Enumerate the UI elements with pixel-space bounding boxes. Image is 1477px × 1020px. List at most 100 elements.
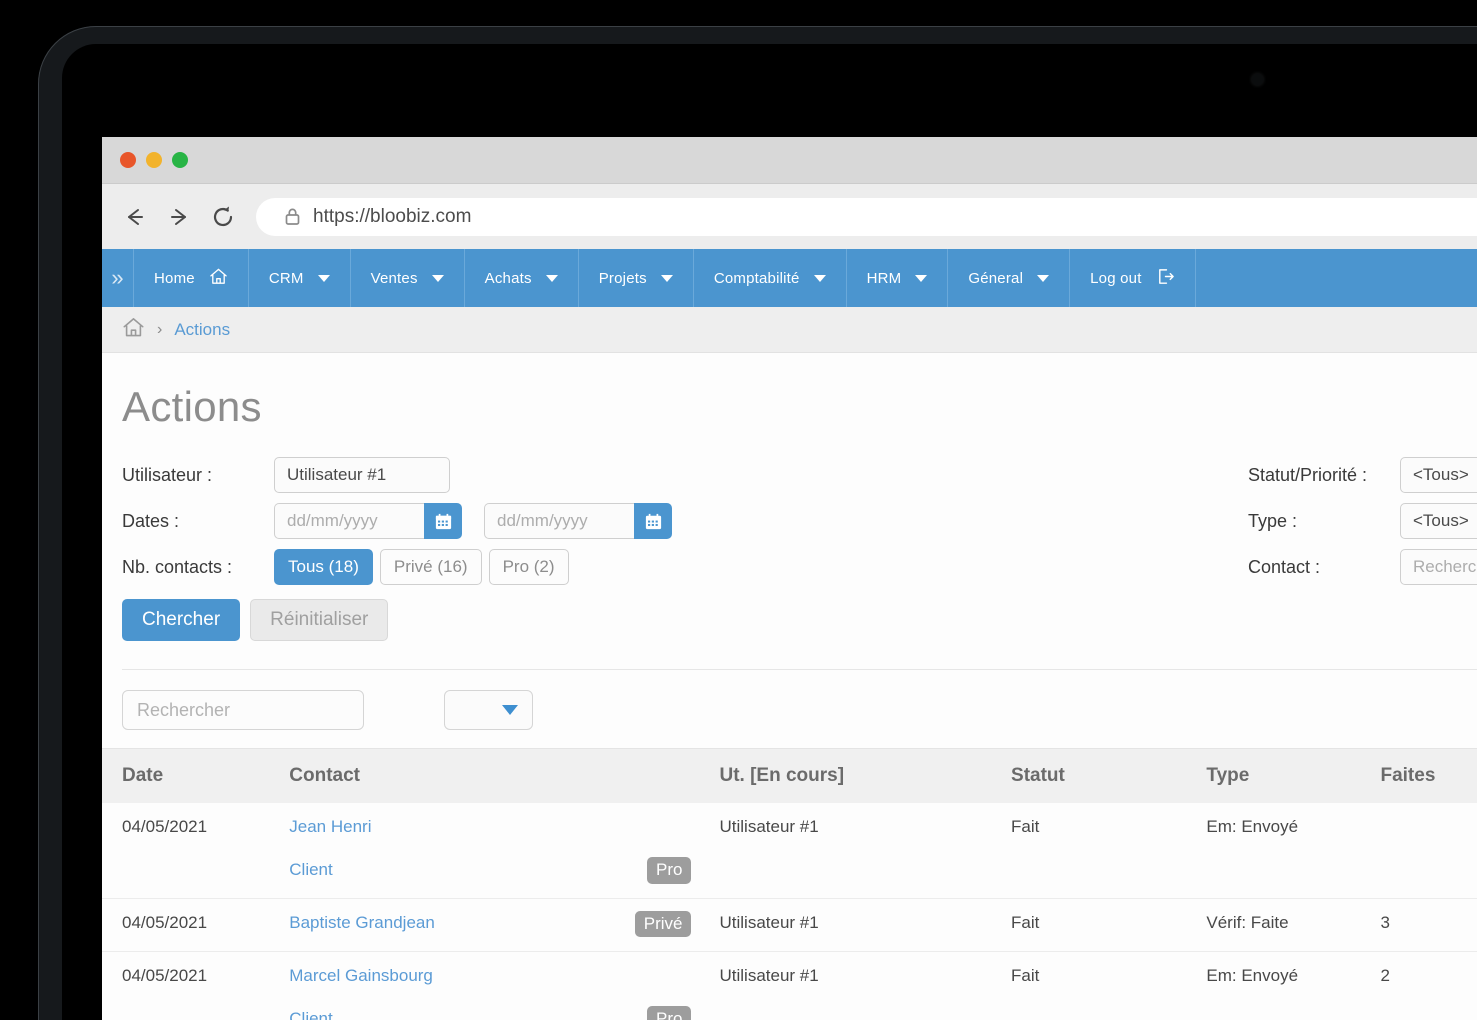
page-size-select[interactable] <box>444 690 533 730</box>
filter-panel-right: Statut/Priorité : <Tous> Type : <Tous> C… <box>1248 457 1477 595</box>
nb-contacts-label: Nb. contacts : <box>122 556 233 577</box>
maximize-window-dot[interactable] <box>172 152 188 168</box>
cell-utilisateur: Utilisateur #1 <box>719 803 1012 899</box>
contact-link[interactable]: Jean Henri <box>289 817 371 837</box>
column-header-type[interactable]: Type <box>1206 748 1381 803</box>
column-header-contact[interactable]: Contact <box>289 748 720 803</box>
filter-row-type: Type : <Tous> <box>1248 503 1477 539</box>
utilisateur-label: Utilisateur : <box>122 464 213 485</box>
cell-type: Em: Envoyé <box>1206 951 1381 1020</box>
page-content: Actions Utilisateur : Utilisateur #1 Dat… <box>102 353 1477 1020</box>
nav-item-crm[interactable]: CRM <box>249 249 351 307</box>
contact-link[interactable]: Marcel Gainsbourg <box>289 966 433 986</box>
chevron-down-icon <box>502 705 518 715</box>
cell-date: 04/05/2021 <box>102 951 290 1020</box>
status-badge: Pro <box>647 857 692 884</box>
breadcrumb-separator: › <box>157 320 163 338</box>
nav-item-home[interactable]: Home <box>134 249 249 307</box>
utilisateur-select[interactable]: Utilisateur #1 <box>274 457 450 493</box>
cell-utilisateur: Utilisateur #1 <box>719 951 1012 1020</box>
chevron-down-icon <box>431 274 444 282</box>
nav-item-label: Ventes <box>370 269 418 287</box>
filter-action-buttons: Chercher Réinitialiser <box>122 599 1477 641</box>
cell-date: 04/05/2021 <box>102 898 290 953</box>
table-row[interactable]: 04/05/2021 Baptiste Grandjean Privé Util… <box>102 898 1477 953</box>
table-row[interactable]: 04/05/2021 Marcel Gainsbourg Client Pro … <box>102 951 1477 1020</box>
contact-search-input[interactable]: Rechercher <box>1400 549 1477 585</box>
column-header-ut[interactable]: Ut. [En cours] <box>719 748 1012 803</box>
status-badge: Privé <box>634 910 692 938</box>
contact-filter-prive[interactable]: Privé (16) <box>379 549 482 585</box>
laptop-scene: https://bloobiz.com » Home CRM Ventes Ac… <box>0 0 1477 1020</box>
browser-window: https://bloobiz.com » Home CRM Ventes Ac… <box>102 137 1477 1020</box>
chercher-button[interactable]: Chercher <box>122 599 241 641</box>
contact-filter-tous[interactable]: Tous (18) <box>274 549 373 585</box>
home-icon <box>209 267 228 290</box>
filter-row-contact: Contact : Rechercher <box>1248 549 1477 585</box>
table-header-row: Date Contact Ut. [En cours] Statut Type … <box>102 748 1477 803</box>
address-bar[interactable]: https://bloobiz.com <box>256 197 1477 236</box>
reload-icon[interactable] <box>206 200 240 234</box>
statut-priorite-label: Statut/Priorité : <box>1248 464 1368 485</box>
nav-item-achats[interactable]: Achats <box>465 249 579 307</box>
column-header-date[interactable]: Date <box>102 748 290 803</box>
nav-item-label: Projets <box>598 269 647 287</box>
statut-priorite-select[interactable]: <Tous> <box>1400 457 1477 493</box>
type-label: Type : <box>1248 510 1298 531</box>
cell-faites: 3 <box>1380 898 1477 953</box>
logout-icon <box>1156 267 1175 290</box>
page-title: Actions <box>122 383 262 430</box>
contact-label: Contact : <box>1248 556 1321 577</box>
chevron-down-icon <box>545 274 558 282</box>
nav-item-ventes[interactable]: Ventes <box>351 249 465 307</box>
cell-faites: 2 <box>1380 951 1477 1020</box>
minimize-window-dot[interactable] <box>146 152 162 168</box>
nav-item-label: Comptabilité <box>713 269 800 287</box>
contact-subtype[interactable]: Client <box>289 860 332 880</box>
contact-filter-pro[interactable]: Pro (2) <box>488 549 569 585</box>
home-icon[interactable] <box>122 316 145 344</box>
cell-utilisateur: Utilisateur #1 <box>719 898 1012 953</box>
nav-item-hrm[interactable]: HRM <box>847 249 949 307</box>
nav-item-label: Home <box>154 269 195 287</box>
nav-item-label: Géneral <box>968 269 1024 287</box>
cell-statut: Fait <box>1011 898 1207 953</box>
back-arrow-icon[interactable] <box>118 200 152 234</box>
chevron-down-icon <box>813 274 826 282</box>
webcam-icon <box>1252 74 1263 85</box>
nav-item-projets[interactable]: Projets <box>579 249 694 307</box>
cell-contact: Jean Henri Client Pro <box>289 803 720 899</box>
browser-toolbar: https://bloobiz.com <box>102 184 1477 249</box>
table-row[interactable]: 04/05/2021 Jean Henri Client Pro Utilisa… <box>102 803 1477 899</box>
forward-arrow-icon[interactable] <box>162 200 196 234</box>
table-search-input[interactable]: Rechercher <box>122 690 364 730</box>
column-header-faites[interactable]: Faites <box>1380 748 1477 803</box>
type-select[interactable]: <Tous> <box>1400 503 1477 539</box>
nav-item-general[interactable]: Géneral <box>948 249 1071 307</box>
nav-expand-icon[interactable]: » <box>102 249 134 307</box>
cell-faites <box>1380 803 1477 899</box>
nav-item-logout[interactable]: Log out <box>1070 249 1196 307</box>
contact-subtype[interactable]: Client <box>289 1009 332 1020</box>
calendar-icon[interactable] <box>424 503 462 539</box>
date-from-group: dd/mm/yyyy <box>274 503 462 539</box>
nav-item-label: HRM <box>866 269 902 287</box>
breadcrumb-item-actions[interactable]: Actions <box>174 320 230 340</box>
chevron-down-icon <box>1037 274 1050 282</box>
contact-link[interactable]: Baptiste Grandjean <box>289 913 435 933</box>
status-badge: Pro <box>647 1006 692 1020</box>
nav-item-comptabilite[interactable]: Comptabilité <box>694 249 847 307</box>
cell-date: 04/05/2021 <box>102 803 290 899</box>
calendar-icon[interactable] <box>634 503 672 539</box>
cell-statut: Fait <box>1011 803 1207 899</box>
date-from-input[interactable]: dd/mm/yyyy <box>274 503 424 539</box>
lock-icon <box>284 207 301 226</box>
reinitialiser-button[interactable]: Réinitialiser <box>250 599 389 641</box>
cell-type: Em: Envoyé <box>1206 803 1381 899</box>
close-window-dot[interactable] <box>120 152 136 168</box>
date-to-input[interactable]: dd/mm/yyyy <box>484 503 634 539</box>
navbar-filler <box>1196 249 1477 307</box>
nav-item-label: Achats <box>484 269 532 287</box>
column-header-statut[interactable]: Statut <box>1011 748 1207 803</box>
cell-contact: Marcel Gainsbourg Client Pro <box>289 951 720 1020</box>
